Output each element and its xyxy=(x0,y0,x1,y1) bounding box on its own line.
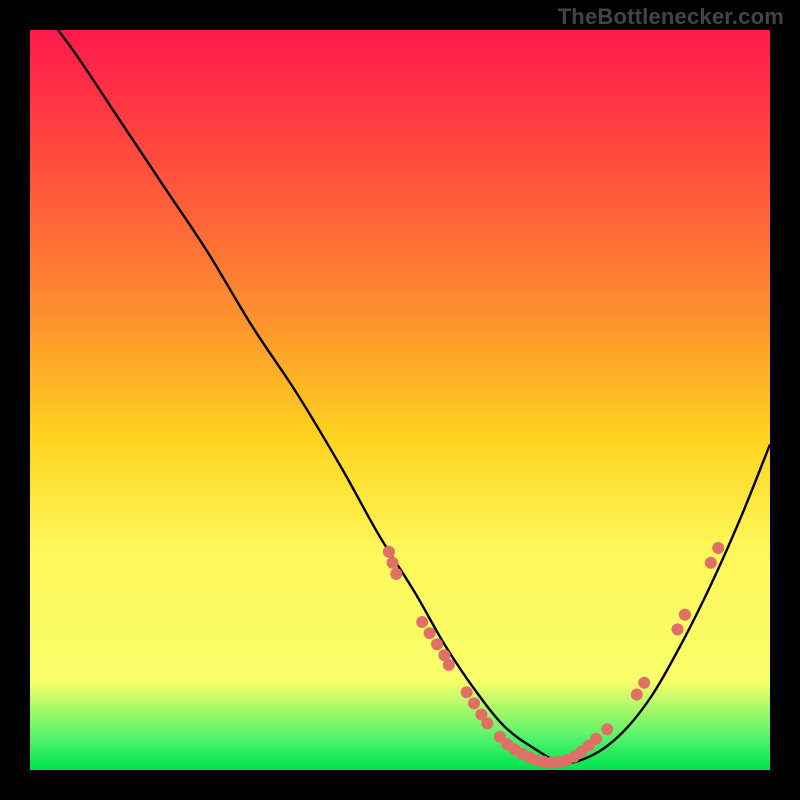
data-marker xyxy=(424,627,436,639)
data-marker xyxy=(431,638,443,650)
data-marker xyxy=(631,689,643,701)
data-marker xyxy=(390,568,402,580)
data-marker xyxy=(383,546,395,558)
data-marker xyxy=(481,717,493,729)
attribution-text: TheBottlenecker.com xyxy=(558,4,784,30)
data-marker xyxy=(601,723,613,735)
data-marker xyxy=(705,557,717,569)
bottleneck-curve xyxy=(30,30,770,763)
curve-overlay xyxy=(30,30,770,770)
data-marker xyxy=(638,677,650,689)
data-marker xyxy=(672,623,684,635)
chart-container: TheBottlenecker.com xyxy=(0,0,800,800)
data-marker xyxy=(590,733,602,745)
data-marker xyxy=(679,609,691,621)
data-marker xyxy=(712,542,724,554)
data-marker xyxy=(387,557,399,569)
data-marker xyxy=(443,659,455,671)
data-marker xyxy=(416,616,428,628)
data-marker xyxy=(468,697,480,709)
data-marker xyxy=(461,686,473,698)
data-markers xyxy=(383,542,724,769)
